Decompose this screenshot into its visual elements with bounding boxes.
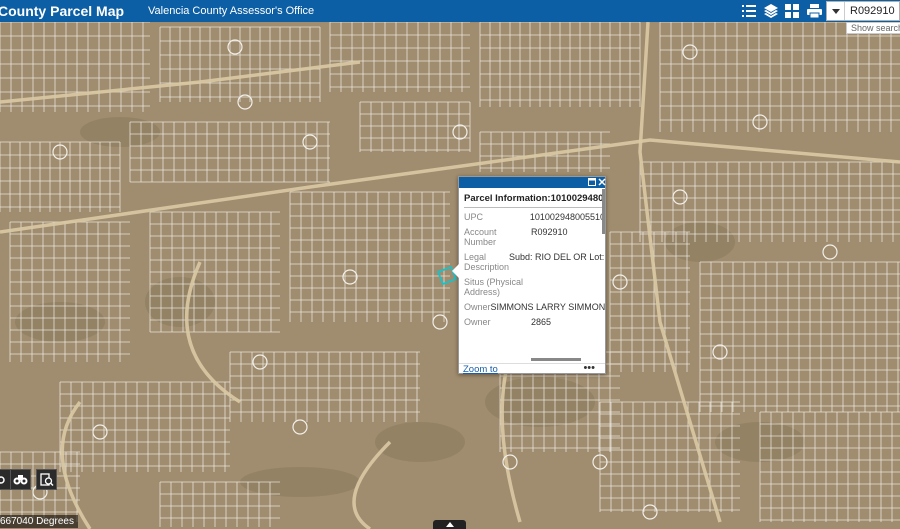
field-value: SIMMONS LARRY SIMMONS SHELLY	[490, 302, 605, 312]
identify-button[interactable]	[36, 469, 57, 490]
search-box	[826, 1, 900, 21]
more-actions-icon[interactable]: •••	[583, 362, 595, 374]
aerial-map-canvas[interactable]	[0, 22, 900, 529]
search-source-dropdown[interactable]	[827, 2, 845, 20]
binoculars-icon	[13, 475, 28, 485]
field-value: R092910	[531, 227, 568, 237]
close-icon[interactable]	[597, 178, 606, 187]
measure-button[interactable]	[10, 469, 31, 490]
popup-horizontal-scrollbar[interactable]	[531, 358, 581, 361]
attribute-panel-expander[interactable]	[433, 520, 466, 529]
list-icon[interactable]	[740, 2, 758, 20]
field-value: 101002948005510	[529, 212, 605, 222]
parcel-info-popup: Parcel Information:1010029480055100 UPC 1…	[452, 176, 606, 375]
chevron-up-icon	[445, 522, 454, 527]
field-label: Owner	[464, 302, 491, 312]
search-hint[interactable]: Show search	[846, 22, 900, 34]
search-input[interactable]	[847, 2, 900, 20]
chevron-down-icon	[831, 8, 840, 14]
app-title: County Parcel Map	[0, 3, 125, 19]
popup-content[interactable]: Parcel Information:1010029480055100 UPC 1…	[464, 193, 605, 357]
popup-field-row: OwnerSIMMONS LARRY SIMMONS SHELLY	[464, 302, 605, 312]
vegetation-patch	[145, 277, 215, 327]
popup-scrollbar[interactable]	[602, 189, 605, 234]
field-label: UPC	[464, 212, 484, 222]
popup-field-row: Situs (Physical Address)	[464, 277, 605, 297]
app-subtitle: Valencia County Assessor's Office	[148, 5, 315, 17]
field-label: Situs (Physical Address)	[464, 277, 524, 297]
popup-title: Parcel Information:1010029480055100	[464, 193, 605, 204]
field-label: Owner	[464, 317, 491, 327]
field-value: Subd: RIO DEL OR Lot: 11 Block: 54 L 47	[509, 252, 605, 262]
popup-field-row: UPC 101002948005510	[464, 212, 605, 222]
popup-titlebar	[459, 177, 606, 188]
field-value: 2865	[531, 317, 552, 327]
coordinate-readout: 667040 Degrees	[0, 515, 78, 528]
popup-field-row: Owner 2865	[464, 317, 605, 327]
print-icon[interactable]	[805, 2, 823, 20]
parcel-map[interactable]	[0, 22, 900, 529]
vegetation-patch	[15, 302, 105, 342]
popup-divider	[464, 207, 602, 208]
popup-footer: Zoom to •••	[459, 362, 605, 375]
zoom-to-link[interactable]: Zoom to	[463, 364, 498, 375]
popup-field-row: Legal DescriptionSubd: RIO DEL OR Lot: 1…	[464, 252, 605, 272]
popup-field-row: Account Number R092910	[464, 227, 605, 247]
tool-icon	[0, 475, 5, 484]
document-search-icon	[39, 472, 54, 486]
popup-pointer	[452, 264, 459, 278]
layers-icon[interactable]	[762, 2, 780, 20]
field-label: Account Number	[464, 227, 497, 247]
app-header: County Parcel Map Valencia County Assess…	[0, 0, 900, 22]
maximize-icon[interactable]	[587, 178, 596, 187]
field-label: Legal Description	[464, 252, 510, 272]
basemap-icon[interactable]	[783, 2, 801, 20]
